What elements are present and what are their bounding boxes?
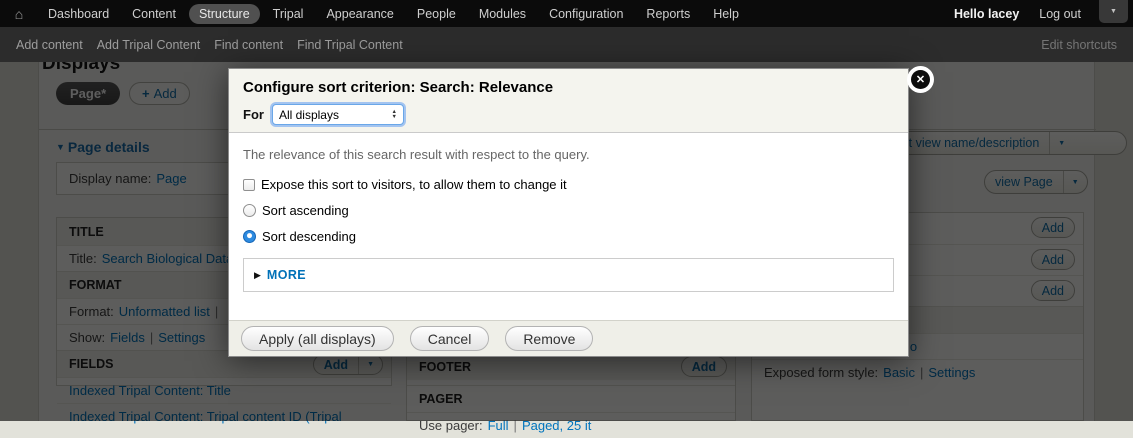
close-icon: ✕ <box>911 70 930 89</box>
toolbar-item-help[interactable]: Help <box>703 4 749 24</box>
shortcuts-bar: Add content Add Tripal Content Find cont… <box>0 27 1133 62</box>
toolbar-item-structure[interactable]: Structure <box>189 4 260 24</box>
logout-link[interactable]: Log out <box>1031 4 1089 24</box>
modal-close-button[interactable]: ✕ <box>907 66 934 93</box>
toolbar-item-content[interactable]: Content <box>122 4 186 24</box>
sort-ascending-label: Sort ascending <box>262 203 349 218</box>
edit-shortcuts-link[interactable]: Edit shortcuts <box>1041 38 1117 52</box>
toolbar-item-modules[interactable]: Modules <box>469 4 536 24</box>
toolbar-item-reports[interactable]: Reports <box>636 4 700 24</box>
modal-title: Configure sort criterion: Search: Releva… <box>243 79 894 96</box>
toolbar-nav: Dashboard Content Structure Tripal Appea… <box>38 4 749 24</box>
cancel-button[interactable]: Cancel <box>410 326 490 351</box>
shortcut-find-content[interactable]: Find content <box>214 38 283 52</box>
sort-descending-radio-row[interactable]: Sort descending <box>243 229 894 244</box>
chevron-down-icon: ▼ <box>1110 8 1117 15</box>
toolbar-toggle-button[interactable]: ▼ <box>1099 0 1128 23</box>
collapsed-arrow-icon: ▶ <box>254 270 261 281</box>
admin-toolbar: ⌂ Dashboard Content Structure Tripal App… <box>0 0 1133 27</box>
toolbar-item-people[interactable]: People <box>407 4 466 24</box>
user-greeting-link[interactable]: Hello lacey <box>946 4 1027 24</box>
shortcut-find-tripal-content[interactable]: Find Tripal Content <box>297 38 403 52</box>
more-fieldset-toggle[interactable]: ▶ MORE <box>243 258 894 292</box>
radio-selected-icon[interactable] <box>243 230 256 243</box>
modal-footer: Apply (all displays) Cancel Remove <box>229 320 908 356</box>
shortcut-add-content[interactable]: Add content <box>16 38 83 52</box>
for-label: For <box>243 107 264 122</box>
home-icon[interactable]: ⌂ <box>0 6 38 22</box>
checkbox-unchecked-icon[interactable] <box>243 179 255 191</box>
sort-description: The relevance of this search result with… <box>243 147 894 162</box>
toolbar-item-appearance[interactable]: Appearance <box>316 4 403 24</box>
more-label: MORE <box>267 268 306 282</box>
toolbar-item-tripal[interactable]: Tripal <box>263 4 314 24</box>
expose-sort-label: Expose this sort to visitors, to allow t… <box>261 177 567 192</box>
modal-body: The relevance of this search result with… <box>229 133 908 292</box>
apply-button[interactable]: Apply (all displays) <box>241 326 394 351</box>
configure-sort-modal: ✕ Configure sort criterion: Search: Rele… <box>228 68 909 357</box>
shortcut-add-tripal-content[interactable]: Add Tripal Content <box>97 38 201 52</box>
expose-sort-checkbox-row[interactable]: Expose this sort to visitors, to allow t… <box>243 177 894 192</box>
sort-descending-label: Sort descending <box>262 229 356 244</box>
sort-ascending-radio-row[interactable]: Sort ascending <box>243 203 894 218</box>
select-stepper-icon: ▲ ▼ <box>392 110 397 120</box>
toolbar-item-configuration[interactable]: Configuration <box>539 4 633 24</box>
remove-button[interactable]: Remove <box>505 326 593 351</box>
radio-unselected-icon[interactable] <box>243 204 256 217</box>
display-select-value: All displays <box>279 108 392 122</box>
modal-header: Configure sort criterion: Search: Releva… <box>229 69 908 133</box>
toolbar-item-dashboard[interactable]: Dashboard <box>38 4 119 24</box>
display-select[interactable]: All displays ▲ ▼ <box>272 104 404 125</box>
